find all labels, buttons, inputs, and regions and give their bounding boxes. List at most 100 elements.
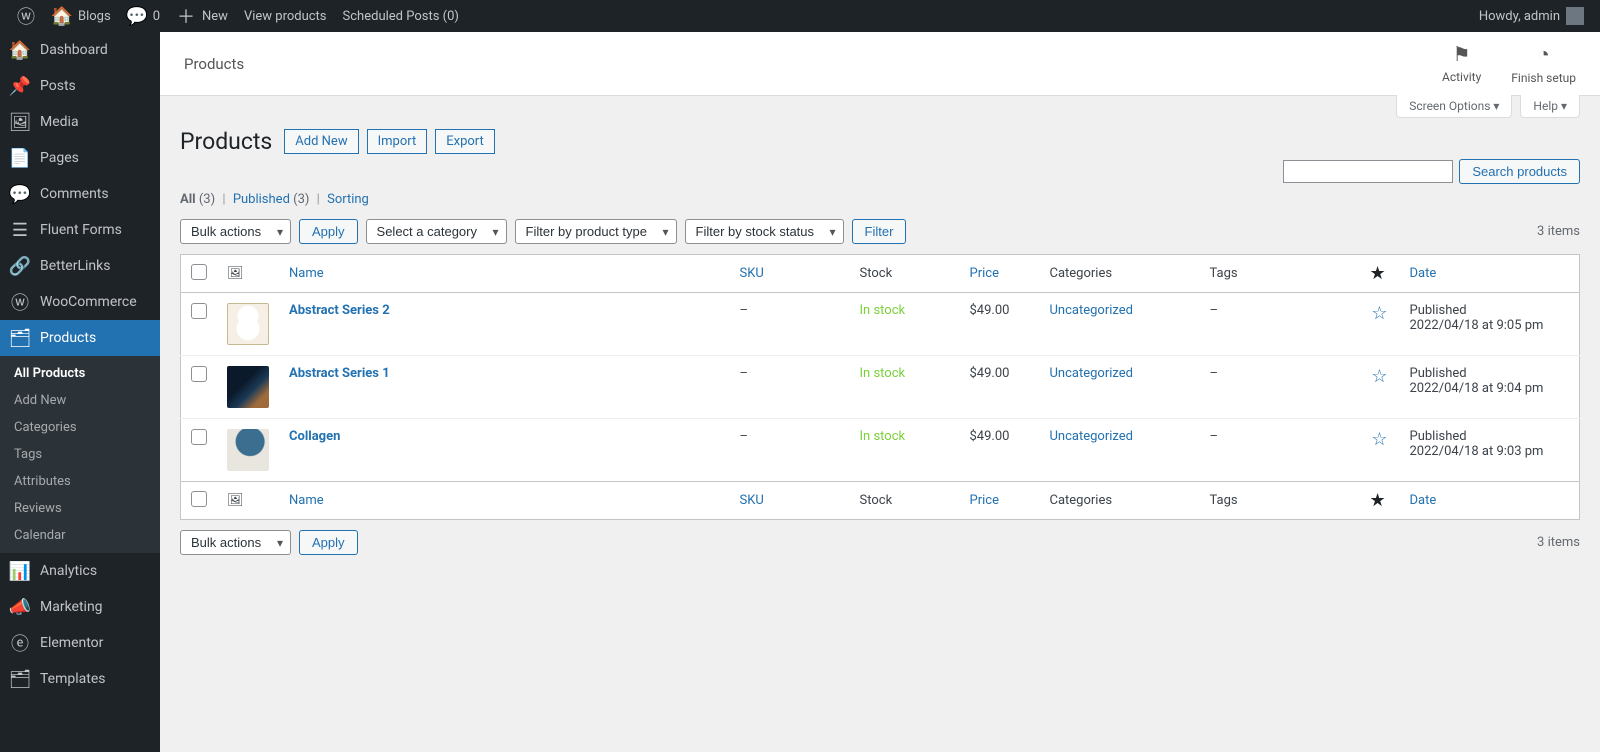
- filter-sorting[interactable]: Sorting: [327, 192, 369, 207]
- col-sku-sort[interactable]: SKU: [740, 266, 764, 281]
- site-home-link[interactable]: 🏠Blogs: [44, 0, 119, 32]
- featured-toggle[interactable]: ☆: [1371, 429, 1387, 450]
- screen-options-toggle[interactable]: Screen Options ▾: [1396, 95, 1512, 118]
- bulk-actions-select[interactable]: Bulk actions: [180, 219, 291, 244]
- col-name-sort[interactable]: Name: [289, 266, 324, 281]
- admin-top-bar: ⓦ 🏠Blogs 💬0 ＋New View products Scheduled…: [0, 0, 1600, 32]
- dashboard-icon: 🏠: [10, 40, 30, 60]
- product-name-link[interactable]: Collagen: [289, 429, 340, 444]
- sub-tags[interactable]: Tags: [0, 441, 160, 468]
- cell-price: $49.00: [960, 293, 1040, 356]
- sub-all-products[interactable]: All Products: [0, 360, 160, 387]
- product-thumbnail[interactable]: [227, 303, 269, 345]
- col-date-sort[interactable]: Date: [1410, 266, 1437, 281]
- analytics-icon: 📊: [10, 561, 30, 581]
- sidebar-item-analytics[interactable]: 📊Analytics: [0, 553, 160, 589]
- sidebar-item-comments[interactable]: 💬Comments: [0, 176, 160, 212]
- cell-tags: –: [1200, 356, 1360, 419]
- sub-reviews[interactable]: Reviews: [0, 495, 160, 522]
- featured-toggle[interactable]: ☆: [1371, 366, 1387, 387]
- page-icon: 📄: [10, 148, 30, 168]
- sidebar-item-marketing[interactable]: 📣Marketing: [0, 589, 160, 625]
- comments-link[interactable]: 💬0: [119, 0, 168, 32]
- col-tags-footer: Tags: [1200, 482, 1360, 520]
- scheduled-posts-link[interactable]: Scheduled Posts (0): [335, 0, 467, 32]
- sub-calendar[interactable]: Calendar: [0, 522, 160, 549]
- row-checkbox[interactable]: [191, 303, 207, 319]
- page-title: Products: [180, 128, 272, 155]
- col-price-sort-footer[interactable]: Price: [970, 493, 999, 508]
- comment-icon: 💬: [127, 6, 147, 26]
- product-type-select[interactable]: Filter by product type: [515, 219, 677, 244]
- sidebar-item-posts[interactable]: 📌Posts: [0, 68, 160, 104]
- col-price-sort[interactable]: Price: [970, 266, 999, 281]
- col-categories-footer: Categories: [1040, 482, 1200, 520]
- sidebar-item-elementor[interactable]: ⓔElementor: [0, 625, 160, 661]
- category-link[interactable]: Uncategorized: [1050, 429, 1133, 444]
- pin-icon: 📌: [10, 76, 30, 96]
- sidebar-item-pages[interactable]: 📄Pages: [0, 140, 160, 176]
- apply-bulk-button[interactable]: Apply: [299, 219, 358, 244]
- cell-date: Published2022/04/18 at 9:03 pm: [1400, 419, 1580, 482]
- elementor-icon: ⓔ: [10, 633, 30, 653]
- avatar: [1566, 7, 1584, 25]
- row-checkbox[interactable]: [191, 366, 207, 382]
- select-all-checkbox[interactable]: [191, 264, 207, 280]
- col-date-sort-footer[interactable]: Date: [1410, 493, 1437, 508]
- export-button[interactable]: Export: [435, 129, 495, 154]
- product-thumbnail[interactable]: [227, 366, 269, 408]
- filter-all[interactable]: All: [180, 192, 196, 207]
- category-link[interactable]: Uncategorized: [1050, 366, 1133, 381]
- table-row: Abstract Series 2 – In stock $49.00 Unca…: [181, 293, 1580, 356]
- filter-published[interactable]: Published: [233, 192, 290, 207]
- account-link[interactable]: Howdy, admin: [1471, 0, 1592, 32]
- import-button[interactable]: Import: [367, 129, 428, 154]
- cell-price: $49.00: [960, 356, 1040, 419]
- finish-setup-button[interactable]: ◔Finish setup: [1511, 42, 1576, 85]
- admin-sidebar: 🏠Dashboard 📌Posts 🖼Media 📄Pages 💬Comment…: [0, 32, 160, 752]
- cell-date: Published2022/04/18 at 9:05 pm: [1400, 293, 1580, 356]
- row-checkbox[interactable]: [191, 429, 207, 445]
- apply-bulk-button-bottom[interactable]: Apply: [299, 530, 358, 555]
- sidebar-item-media[interactable]: 🖼Media: [0, 104, 160, 140]
- search-input[interactable]: [1283, 160, 1453, 183]
- comment-count: 0: [153, 9, 160, 24]
- add-new-button[interactable]: Add New: [284, 129, 358, 154]
- product-name-link[interactable]: Abstract Series 2: [289, 303, 390, 318]
- stock-status-select[interactable]: Filter by stock status: [685, 219, 844, 244]
- bulk-actions-select-bottom[interactable]: Bulk actions: [180, 530, 291, 555]
- help-toggle[interactable]: Help ▾: [1520, 95, 1580, 118]
- sidebar-item-fluent-forms[interactable]: ☰Fluent Forms: [0, 212, 160, 248]
- sidebar-item-products[interactable]: 🗂Products: [0, 320, 160, 356]
- sidebar-item-dashboard[interactable]: 🏠Dashboard: [0, 32, 160, 68]
- col-sku-sort-footer[interactable]: SKU: [740, 493, 764, 508]
- product-name-link[interactable]: Abstract Series 1: [289, 366, 390, 381]
- sub-attributes[interactable]: Attributes: [0, 468, 160, 495]
- sidebar-item-templates[interactable]: 🗂Templates: [0, 661, 160, 697]
- status-filters: All (3) | Published (3) | Sorting: [160, 190, 1600, 215]
- image-icon: 🖼: [227, 266, 244, 281]
- featured-toggle[interactable]: ☆: [1371, 303, 1387, 324]
- select-all-checkbox-footer[interactable]: [191, 491, 207, 507]
- search-products-button[interactable]: Search products: [1459, 159, 1580, 184]
- view-products-link[interactable]: View products: [236, 0, 335, 32]
- category-select[interactable]: Select a category: [366, 219, 507, 244]
- cell-sku: –: [730, 356, 850, 419]
- filter-button[interactable]: Filter: [852, 219, 907, 244]
- sub-add-new[interactable]: Add New: [0, 387, 160, 414]
- sub-categories[interactable]: Categories: [0, 414, 160, 441]
- col-name-sort-footer[interactable]: Name: [289, 493, 324, 508]
- activity-button[interactable]: ⚑Activity: [1442, 42, 1481, 85]
- new-content-link[interactable]: ＋New: [168, 0, 236, 32]
- products-icon: 🗂: [10, 328, 30, 348]
- category-link[interactable]: Uncategorized: [1050, 303, 1133, 318]
- bottom-filters-row: Bulk actions Apply 3 items: [160, 520, 1600, 575]
- product-thumbnail[interactable]: [227, 429, 269, 471]
- link-icon: 🔗: [10, 256, 30, 276]
- wc-page-header: Products ⚑Activity ◔Finish setup: [160, 32, 1600, 96]
- megaphone-icon: 📣: [10, 597, 30, 617]
- sidebar-item-woocommerce[interactable]: ⓦWooCommerce: [0, 284, 160, 320]
- sidebar-item-betterlinks[interactable]: 🔗BetterLinks: [0, 248, 160, 284]
- wp-logo[interactable]: ⓦ: [8, 0, 44, 32]
- stock-status: In stock: [860, 429, 906, 444]
